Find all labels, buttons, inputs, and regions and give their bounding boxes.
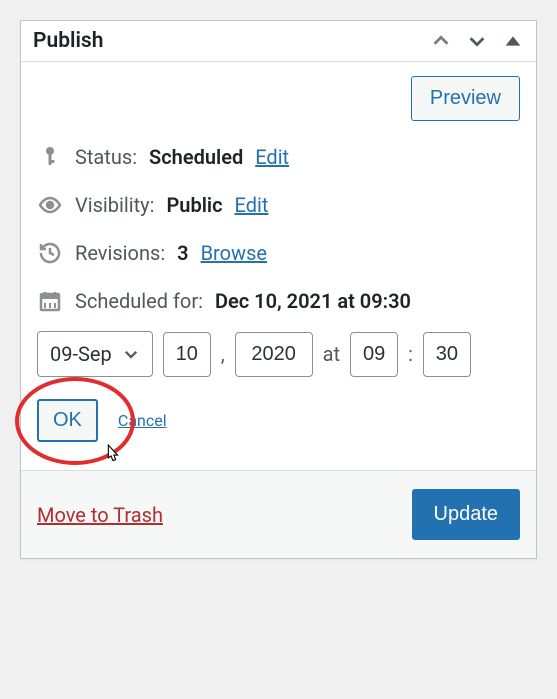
chevron-up-icon[interactable] — [430, 30, 452, 52]
panel-header: Publish — [21, 21, 536, 62]
visibility-edit-link[interactable]: Edit — [235, 193, 269, 217]
panel-body: Preview Status: Scheduled Edit Visibilit… — [21, 62, 536, 442]
revisions-row: Revisions: 3 Browse — [37, 241, 520, 265]
update-button[interactable]: Update — [412, 489, 521, 540]
visibility-value: Public — [166, 193, 222, 217]
preview-row: Preview — [37, 76, 520, 121]
calendar-icon — [37, 289, 63, 313]
preview-button[interactable]: Preview — [411, 76, 520, 121]
colon-separator: : — [408, 342, 413, 366]
move-to-trash-link[interactable]: Move to Trash — [37, 503, 163, 527]
status-row: Status: Scheduled Edit — [37, 145, 520, 169]
publish-metabox: Publish Preview Status: Scheduled Edit V… — [20, 20, 537, 559]
panel-footer: Move to Trash Update — [21, 470, 536, 558]
status-label: Status: — [75, 145, 137, 169]
panel-title: Publish — [33, 29, 430, 53]
schedule-row: Scheduled for: Dec 10, 2021 at 09:30 — [37, 289, 520, 313]
day-input[interactable] — [163, 332, 211, 377]
schedule-value: Dec 10, 2021 at 09:30 — [215, 289, 411, 313]
comma-separator: , — [221, 342, 225, 366]
revisions-browse-link[interactable]: Browse — [201, 241, 267, 265]
status-value: Scheduled — [149, 145, 243, 169]
revisions-label: Revisions: — [75, 241, 165, 265]
date-confirm-row: OK Cancel — [37, 399, 520, 442]
history-icon — [37, 241, 63, 265]
month-select[interactable]: 09-Sep — [37, 331, 153, 377]
chevron-down-icon — [122, 345, 140, 363]
cancel-link[interactable]: Cancel — [118, 411, 167, 430]
key-icon — [37, 145, 63, 169]
schedule-label: Scheduled for: — [75, 289, 203, 313]
eye-icon — [37, 193, 63, 217]
collapse-triangle-icon[interactable] — [502, 30, 524, 52]
date-editor: 09-Sep , at : — [37, 331, 520, 377]
status-edit-link[interactable]: Edit — [255, 145, 289, 169]
header-controls — [430, 30, 524, 52]
visibility-label: Visibility: — [75, 193, 154, 217]
revisions-value: 3 — [177, 241, 188, 265]
cursor-pointer-icon — [101, 443, 123, 469]
year-input[interactable] — [235, 332, 313, 377]
visibility-row: Visibility: Public Edit — [37, 193, 520, 217]
chevron-down-icon[interactable] — [466, 30, 488, 52]
ok-button[interactable]: OK — [37, 399, 98, 442]
minute-input[interactable] — [423, 332, 471, 377]
month-value: 09-Sep — [50, 342, 112, 366]
hour-input[interactable] — [350, 332, 398, 377]
at-label: at — [323, 342, 340, 366]
